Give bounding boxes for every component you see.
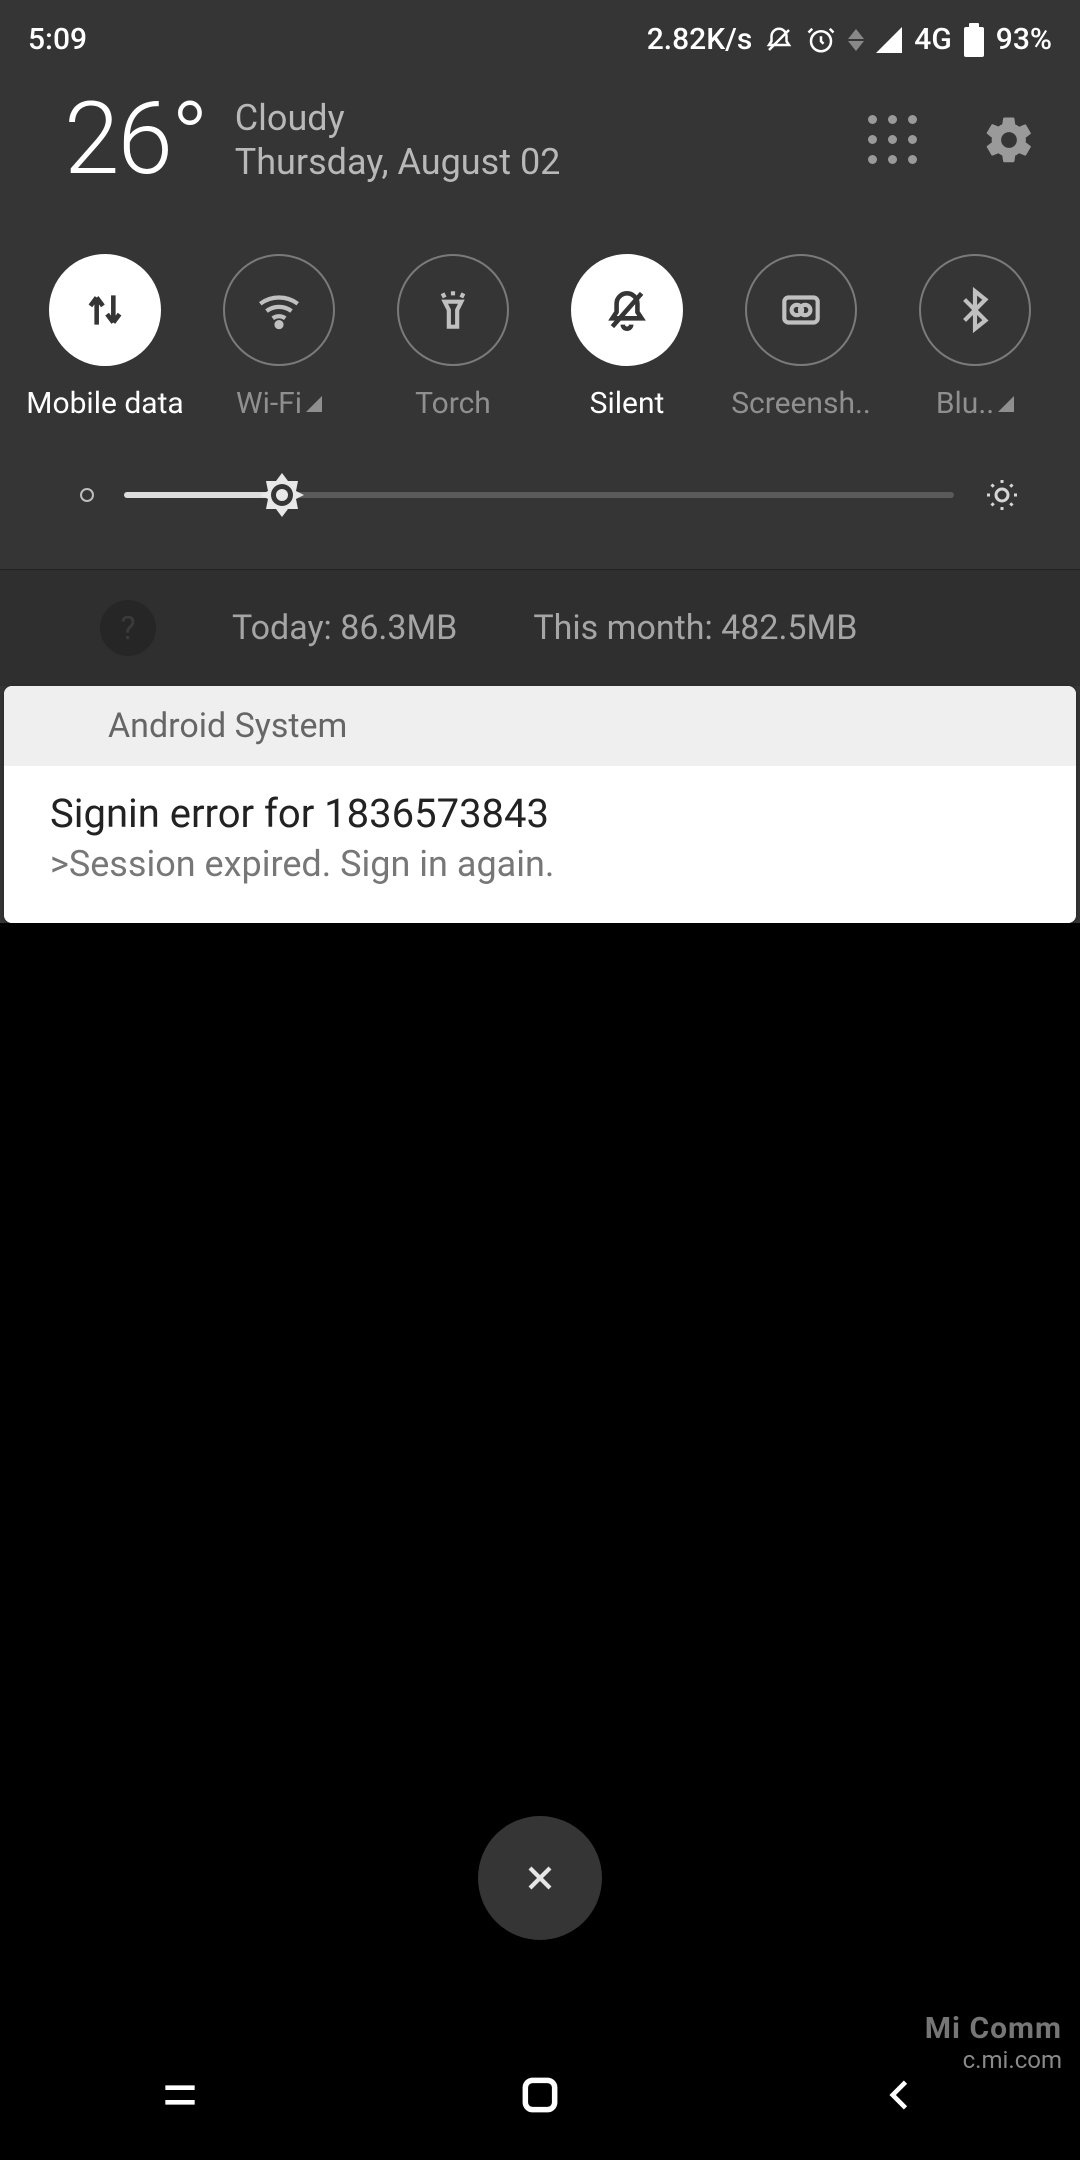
toggle-label: Torch (415, 386, 491, 421)
mute-icon (764, 25, 794, 55)
signal-icon (876, 27, 902, 53)
slider-thumb-icon[interactable] (258, 471, 306, 519)
notification-card[interactable]: Android System Signin error for 18365738… (4, 686, 1076, 923)
toggle-torch[interactable]: Torch (368, 254, 538, 421)
notification-panel: 5:09 2.82K/s 4G 93% 26° Cloudy Thursday,… (0, 0, 1080, 923)
status-network: 4G (914, 22, 952, 57)
weather-row: 26° Cloudy Thursday, August 02 (0, 61, 1080, 218)
silent-icon (571, 254, 683, 366)
updown-icon (848, 29, 864, 51)
watermark-line2: c.mi.com (925, 2046, 1062, 2074)
watermark-line1: Mi Comm (925, 2011, 1062, 2046)
screenshot-icon (745, 254, 857, 366)
notification-body: Signin error for 1836573843 >Session exp… (4, 766, 1076, 923)
watermark: Mi Comm c.mi.com (925, 2011, 1062, 2074)
close-icon (520, 1858, 560, 1898)
expand-icon (998, 396, 1014, 412)
auto-brightness-icon[interactable] (80, 488, 94, 502)
toggle-label: Silent (590, 386, 665, 421)
toggle-label: Mobile data (26, 386, 183, 421)
status-time: 5:09 (28, 22, 87, 57)
torch-icon (397, 254, 509, 366)
data-usage-row[interactable]: ? Today: 86.3MB This month: 482.5MB (0, 569, 1080, 686)
toggle-label: Wi-Fi (236, 386, 322, 421)
brightness-slider[interactable] (124, 492, 954, 498)
toggle-screenshot[interactable]: Screensh.. (716, 254, 886, 421)
brightness-max-icon[interactable] (984, 477, 1020, 513)
toggle-label: Screensh.. (731, 386, 871, 421)
wifi-icon (223, 254, 335, 366)
status-battery: 93% (996, 22, 1052, 57)
notification-app-name: Android System (4, 686, 1076, 766)
toggle-silent[interactable]: Silent (542, 254, 712, 421)
toggle-mobile-data[interactable]: Mobile data (20, 254, 190, 421)
mobile-data-icon (49, 254, 161, 366)
data-today: Today: 86.3MB (232, 608, 457, 648)
alarm-icon (806, 25, 836, 55)
brightness-row (0, 431, 1080, 569)
notification-title: Signin error for 1836573843 (50, 790, 1048, 837)
status-speed: 2.82K/s (647, 22, 753, 57)
expand-icon (306, 396, 322, 412)
notification-subtitle: >Session expired. Sign in again. (50, 843, 1048, 885)
weather-text[interactable]: Cloudy Thursday, August 02 (235, 97, 561, 183)
quick-toggles: Mobile data Wi-Fi Torch Silent Screensh.… (0, 218, 1080, 431)
battery-icon (964, 23, 984, 57)
weather-condition: Cloudy (235, 97, 561, 139)
edit-tiles-icon[interactable] (868, 115, 918, 165)
clear-all-button[interactable] (478, 1816, 602, 1940)
help-icon: ? (100, 600, 156, 656)
navigation-bar (0, 2030, 1080, 2160)
toggle-label: Blu.. (936, 386, 1014, 421)
data-month: This month: 482.5MB (533, 608, 857, 648)
nav-back-button[interactable] (870, 2073, 930, 2117)
bluetooth-icon (919, 254, 1031, 366)
settings-icon[interactable] (982, 113, 1036, 167)
status-bar: 5:09 2.82K/s 4G 93% (0, 10, 1080, 61)
nav-home-button[interactable] (510, 2073, 570, 2117)
weather-temp[interactable]: 26° (64, 81, 207, 198)
nav-recents-button[interactable] (150, 2073, 210, 2117)
toggle-bluetooth[interactable]: Blu.. (890, 254, 1060, 421)
status-right: 2.82K/s 4G 93% (647, 22, 1052, 57)
weather-date: Thursday, August 02 (235, 141, 561, 183)
toggle-wifi[interactable]: Wi-Fi (194, 254, 364, 421)
